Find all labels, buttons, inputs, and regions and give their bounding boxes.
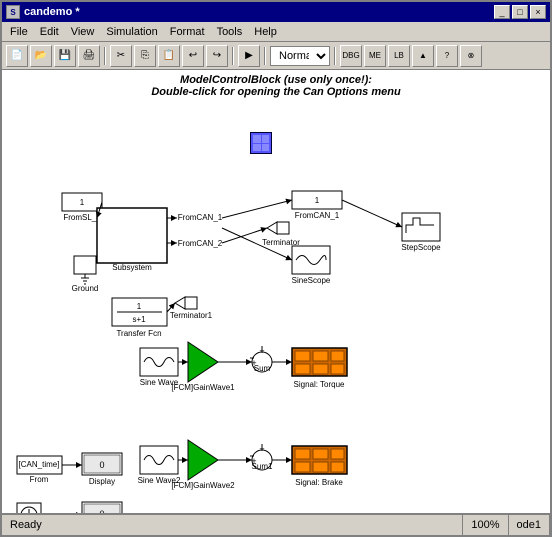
svg-text:+: +: [251, 456, 256, 466]
copy-button[interactable]: ⎘: [134, 45, 156, 67]
svg-text:Signal: Brake: Signal: Brake: [295, 478, 343, 487]
minimize-button[interactable]: _: [494, 5, 510, 19]
menu-edit[interactable]: Edit: [34, 24, 65, 40]
status-ready-text: Ready: [10, 519, 42, 531]
svg-text:From: From: [30, 475, 49, 484]
svg-text:[FCM]GainWave1: [FCM]GainWave1: [171, 383, 235, 392]
svg-text:1: 1: [315, 196, 320, 205]
svg-text:0: 0: [99, 460, 104, 470]
menu-view[interactable]: View: [65, 24, 101, 40]
window-title: candemo *: [24, 6, 80, 18]
svg-text:0: 0: [99, 509, 104, 513]
simulink-diagram: 1 FromSL_1 FromSL_1 FromSL_2 Subsystem F…: [2, 98, 538, 513]
menu-file[interactable]: File: [4, 24, 34, 40]
new-button[interactable]: 📄: [6, 45, 28, 67]
menu-help[interactable]: Help: [248, 24, 283, 40]
svg-text:Sum1: Sum1: [252, 462, 273, 471]
menu-bar: File Edit View Simulation Format Tools H…: [2, 22, 550, 42]
svg-text:1: 1: [80, 198, 85, 207]
undo-button[interactable]: ↩: [182, 45, 204, 67]
maximize-button[interactable]: □: [512, 5, 528, 19]
svg-text:Signal: Torque: Signal: Torque: [294, 380, 346, 389]
sep4: [334, 47, 336, 65]
svg-text:Sine Wave: Sine Wave: [140, 378, 179, 387]
sep3: [264, 47, 266, 65]
svg-text:FromCAN_1: FromCAN_1: [178, 213, 223, 222]
header-line2: Double-click for opening the Can Options…: [2, 86, 550, 98]
svg-text:Sum: Sum: [254, 364, 271, 373]
header-block[interactable]: ModelControlBlock (use only once!): Doub…: [2, 70, 550, 100]
sep2: [232, 47, 234, 65]
title-bar: S candemo * _ □ ×: [2, 2, 550, 22]
status-solver: ode1: [509, 515, 550, 535]
svg-text:[FCM]GainWave2: [FCM]GainWave2: [171, 481, 235, 490]
status-zoom-text: 100%: [471, 519, 499, 531]
svg-text:Subsystem: Subsystem: [112, 263, 152, 272]
redo-button[interactable]: ↪: [206, 45, 228, 67]
extra-button[interactable]: ⊗: [460, 45, 482, 67]
title-bar-left: S candemo *: [6, 5, 80, 19]
save-button[interactable]: 💾: [54, 45, 76, 67]
app-icon: S: [6, 5, 20, 19]
run-button[interactable]: ▶: [238, 45, 260, 67]
svg-text:FromSL_1: FromSL_1: [108, 213, 146, 222]
menu-format[interactable]: Format: [164, 24, 211, 40]
header-line1: ModelControlBlock (use only once!):: [2, 74, 550, 86]
paste-button[interactable]: 📋: [158, 45, 180, 67]
svg-text:Transfer Fcn: Transfer Fcn: [116, 329, 161, 338]
svg-text:+: +: [259, 444, 264, 454]
status-ready: Ready: [2, 515, 463, 535]
sep1: [104, 47, 106, 65]
help2-button[interactable]: ?: [436, 45, 458, 67]
menu-tools[interactable]: Tools: [211, 24, 249, 40]
svg-text:+: +: [259, 346, 264, 356]
svg-text:Display: Display: [89, 477, 115, 486]
status-bar: Ready 100% ode1: [2, 513, 550, 535]
toolbar: 📄 📂 💾 🖨 ✂ ⎘ 📋 ↩ ↪ ▶ Normal Accelerator D…: [2, 42, 550, 70]
fromsl1-label: FromSL_1: [63, 213, 101, 222]
debug-button[interactable]: DBG: [340, 45, 362, 67]
canvas-area: ModelControlBlock (use only once!): Doub…: [2, 70, 550, 513]
open-button[interactable]: 📂: [30, 45, 52, 67]
svg-text:StepScope: StepScope: [401, 243, 441, 252]
svg-text:FromCAN_1: FromCAN_1: [295, 211, 340, 220]
svg-text:1: 1: [137, 302, 142, 311]
svg-text:[CAN_time]: [CAN_time]: [19, 460, 60, 469]
model-explorer-button[interactable]: ME: [364, 45, 386, 67]
svg-text:Ground: Ground: [72, 284, 99, 293]
svg-text:FromSL_2: FromSL_2: [108, 239, 146, 248]
cut-button[interactable]: ✂: [110, 45, 132, 67]
svg-text:s+1: s+1: [132, 315, 146, 324]
svg-text:Terminator1: Terminator1: [170, 311, 213, 320]
status-solver-text: ode1: [517, 519, 541, 531]
svg-text:FromCAN_2: FromCAN_2: [178, 239, 223, 248]
build-button[interactable]: ▲: [412, 45, 434, 67]
simulation-mode-dropdown[interactable]: Normal Accelerator: [270, 46, 330, 66]
print-button[interactable]: 🖨: [78, 45, 100, 67]
model-control-block-icon[interactable]: [250, 132, 272, 154]
status-zoom: 100%: [463, 515, 508, 535]
main-window: S candemo * _ □ × File Edit View Simulat…: [0, 0, 552, 537]
library-button[interactable]: LB: [388, 45, 410, 67]
svg-text:Terminator: Terminator: [262, 238, 300, 247]
menu-simulation[interactable]: Simulation: [100, 24, 163, 40]
close-button[interactable]: ×: [530, 5, 546, 19]
svg-text:Sine Wave2: Sine Wave2: [138, 476, 181, 485]
title-bar-controls: _ □ ×: [494, 5, 546, 19]
svg-text:SineScope: SineScope: [292, 276, 331, 285]
svg-text:+: +: [251, 358, 256, 368]
